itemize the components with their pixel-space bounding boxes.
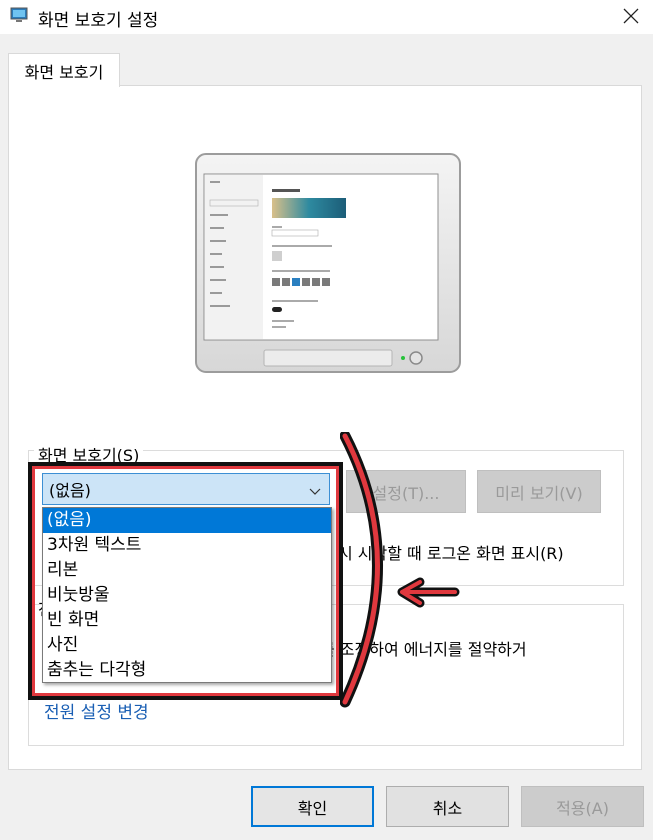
close-icon (623, 8, 639, 24)
highlight-box-inner (32, 466, 339, 696)
tab-screensaver[interactable]: 화면 보호기 (8, 53, 120, 87)
change-power-settings-link[interactable]: 전원 설정 변경 (44, 698, 149, 723)
close-button[interactable] (614, 2, 648, 30)
monitor-preview-image (195, 153, 461, 373)
screensaver-app-icon (10, 6, 28, 24)
apply-button[interactable]: 적용(A) (521, 786, 644, 827)
highlight-box (28, 462, 343, 700)
annotation-arrow (340, 432, 460, 708)
cancel-button[interactable]: 취소 (386, 786, 509, 827)
window-title: 화면 보호기 설정 (38, 11, 159, 31)
preview-button[interactable]: 미리 보기(V) (477, 470, 601, 513)
ok-button[interactable]: 확인 (251, 786, 374, 827)
